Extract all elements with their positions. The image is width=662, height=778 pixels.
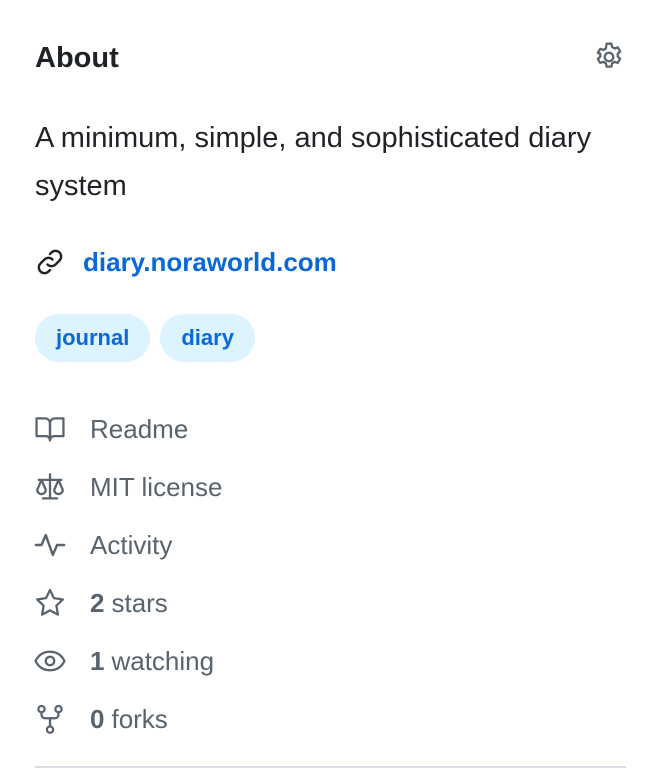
eye-icon [34, 650, 66, 672]
edit-settings-button[interactable] [592, 40, 626, 74]
license-label: MIT license [90, 471, 223, 502]
section-divider [35, 766, 626, 768]
book-icon [35, 417, 65, 442]
watchers-link[interactable]: 1 watching [33, 632, 222, 690]
about-panel: About A minimum, simple, and sophisticat… [0, 0, 662, 778]
forks-link[interactable]: 0 forks [33, 690, 222, 748]
about-title: About [35, 42, 119, 74]
repo-stats-list: Readme MIT license Activity 2 stars 1 wa… [33, 400, 222, 748]
readme-link[interactable]: Readme [33, 400, 222, 458]
activity-link[interactable]: Activity [33, 516, 222, 574]
law-icon [36, 473, 64, 500]
license-link[interactable]: MIT license [33, 458, 222, 516]
website-link[interactable]: diary.noraworld.com [83, 247, 337, 278]
star-icon [35, 588, 65, 616]
watching-label: watching [111, 645, 215, 676]
repo-description: A minimum, simple, and sophisticated dia… [35, 122, 592, 202]
link-icon [37, 249, 63, 275]
topics-list: journal diary [35, 314, 255, 362]
activity-label: Activity [90, 529, 173, 560]
topic-tag-diary[interactable]: diary [160, 314, 255, 362]
about-header: About [35, 38, 626, 78]
website-link-row: diary.noraworld.com [35, 242, 337, 282]
stars-count: 2 [90, 587, 105, 618]
forks-count: 0 [90, 703, 105, 734]
pulse-icon [34, 533, 66, 557]
stars-link[interactable]: 2 stars [33, 574, 222, 632]
gear-icon [596, 42, 622, 68]
readme-label: Readme [90, 413, 189, 444]
watching-count: 1 [90, 645, 105, 676]
stars-label: stars [111, 587, 168, 618]
forks-label: forks [111, 703, 168, 734]
topic-tag-journal[interactable]: journal [35, 314, 151, 362]
repo-forked-icon [37, 704, 63, 734]
